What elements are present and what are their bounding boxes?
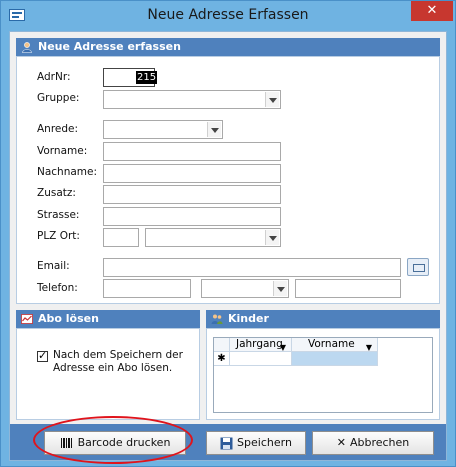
plz-ort-label: PLZ Ort: — [37, 230, 80, 242]
new-record-marker: ✱ — [214, 352, 230, 366]
chevron-down-icon[interactable] — [273, 281, 287, 296]
vorname-cell[interactable] — [292, 352, 378, 366]
kinder-section-title: Kinder — [228, 312, 269, 325]
plz-field[interactable] — [103, 228, 139, 247]
abo-checkbox-label: Nach dem Speichern der Adresse ein Abo l… — [53, 349, 183, 374]
kinder-panel: Jahrgang ▼ Vorname ▼ ✱ — [206, 328, 440, 420]
barcode-icon — [60, 438, 72, 448]
adrnr-value: 215 — [136, 71, 158, 84]
gruppe-label: Gruppe: — [37, 92, 80, 104]
nachname-field[interactable] — [103, 164, 281, 183]
title-bar: Neue Adresse Erfassen ✕ — [1, 1, 455, 31]
kinder-grid[interactable]: Jahrgang ▼ Vorname ▼ ✱ — [213, 337, 433, 413]
column-header-vorname[interactable]: Vorname ▼ — [292, 338, 378, 352]
abo-checkbox[interactable]: ✓ — [37, 349, 48, 362]
telefon-field-2[interactable] — [295, 279, 401, 298]
abo-section-header: Abo lösen — [16, 310, 200, 328]
chart-icon — [21, 314, 33, 324]
email-field[interactable] — [103, 258, 401, 277]
jahrgang-cell[interactable] — [230, 352, 292, 366]
barcode-print-button[interactable]: Barcode drucken — [44, 431, 186, 455]
gruppe-combo[interactable] — [103, 90, 281, 109]
vorname-label: Vorname: — [37, 145, 88, 157]
ort-combo[interactable] — [145, 228, 281, 247]
save-button[interactable]: Speichern — [206, 431, 306, 455]
form-client-area: Neue Adresse erfassen AdrNr: 215 Gruppe:… — [9, 31, 447, 461]
close-icon: ✕ — [336, 436, 346, 449]
dialog-window: Neue Adresse Erfassen ✕ Neue Adresse erf… — [0, 0, 456, 467]
cancel-button[interactable]: ✕ Abbrechen — [312, 431, 434, 455]
nachname-label: Nachname: — [37, 166, 98, 178]
person-icon — [22, 42, 32, 53]
people-icon — [211, 314, 223, 324]
anrede-label: Anrede: — [37, 123, 79, 135]
strasse-field[interactable] — [103, 207, 281, 226]
address-panel: AdrNr: 215 Gruppe: Anrede: Vorname: Nach… — [16, 56, 440, 304]
address-section-title: Neue Adresse erfassen — [38, 40, 181, 53]
vorname-field[interactable] — [103, 142, 281, 161]
chevron-down-icon[interactable] — [207, 122, 221, 137]
adrnr-field[interactable]: 215 — [103, 68, 158, 87]
zusatz-label: Zusatz: — [37, 187, 76, 199]
chevron-down-icon[interactable] — [265, 230, 279, 245]
email-icon[interactable] — [407, 258, 429, 276]
column-header-jahrgang[interactable]: Jahrgang ▼ — [230, 338, 292, 352]
address-section-header: Neue Adresse erfassen — [16, 38, 440, 56]
adrnr-label: AdrNr: — [37, 71, 71, 83]
abo-panel: ✓ Nach dem Speichern der Adresse ein Abo… — [16, 328, 200, 420]
window-title: Neue Adresse Erfassen — [147, 7, 309, 23]
strasse-label: Strasse: — [37, 209, 80, 221]
telefon-label: Telefon: — [37, 282, 78, 294]
abo-section-title: Abo lösen — [38, 312, 99, 325]
floppy-disk-icon — [220, 437, 233, 449]
zusatz-field[interactable] — [103, 185, 281, 204]
kinder-section-header: Kinder — [206, 310, 440, 328]
checkmark-icon: ✓ — [38, 349, 48, 362]
chevron-down-icon[interactable] — [265, 92, 279, 107]
email-label: Email: — [37, 260, 70, 272]
close-button[interactable]: ✕ — [411, 1, 453, 21]
grid-corner — [214, 338, 230, 352]
telefon-combo[interactable] — [201, 279, 289, 298]
telefon-field-1[interactable] — [103, 279, 191, 298]
footer-bar: Barcode drucken Speichern ✕ Abbrechen — [10, 424, 446, 460]
anrede-combo[interactable] — [103, 120, 223, 139]
